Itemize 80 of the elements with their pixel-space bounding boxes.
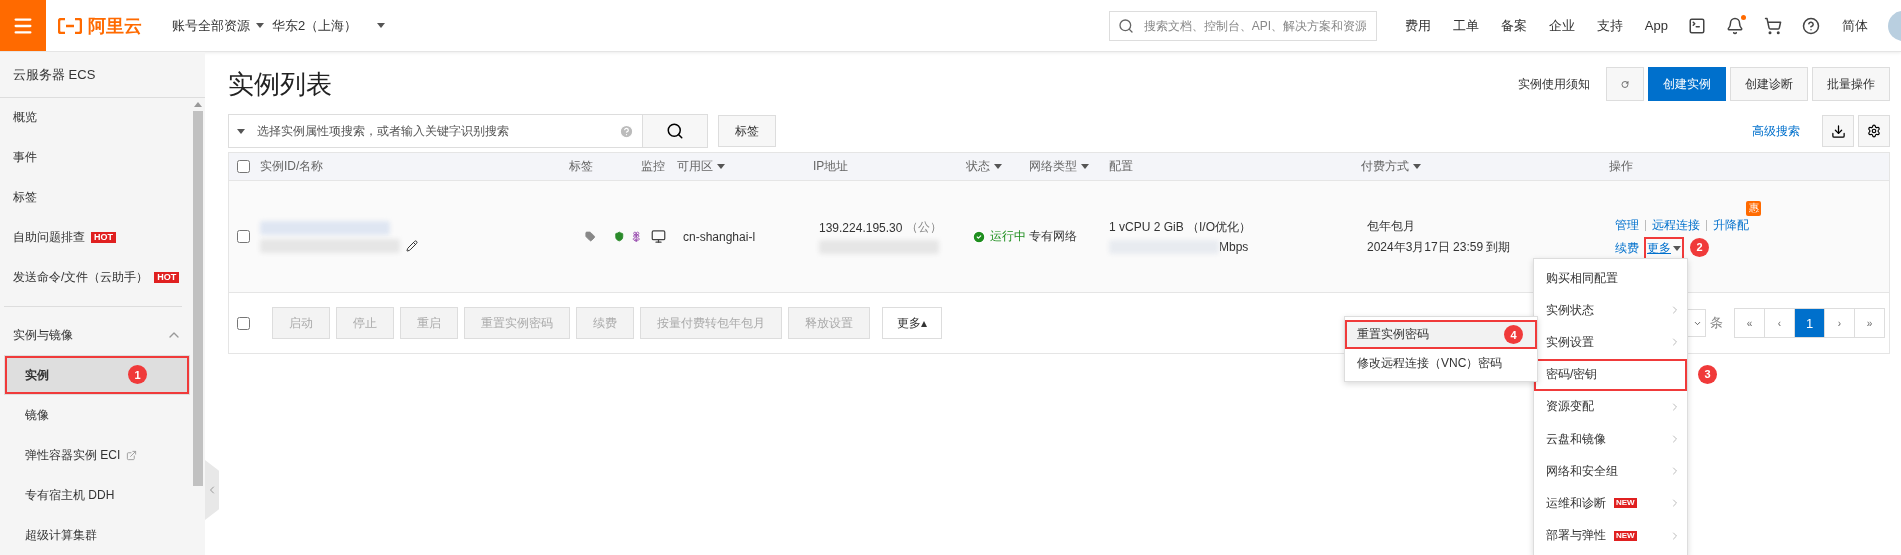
menu-item[interactable]: 云盘和镜像 bbox=[1534, 422, 1687, 456]
column-header: IP地址 bbox=[813, 158, 850, 175]
column-header[interactable]: 付费方式 bbox=[1361, 158, 1609, 175]
nav-link[interactable]: 工单 bbox=[1452, 16, 1479, 35]
expiry-text: 2024年3月17日 23:59 到期 bbox=[1367, 238, 1512, 256]
nav-link[interactable]: App bbox=[1644, 18, 1668, 33]
page-button[interactable]: 1 bbox=[1794, 308, 1825, 338]
language-link[interactable]: 简体 bbox=[1842, 16, 1868, 35]
menu-item[interactable]: 重置实例密码 4 bbox=[1345, 320, 1537, 349]
column-header[interactable]: 网络类型 bbox=[1029, 158, 1109, 175]
column-header: 操作 bbox=[1609, 158, 1634, 175]
menu-item[interactable]: 实例设置 bbox=[1534, 326, 1687, 359]
logo-text: 阿里云 bbox=[88, 14, 142, 38]
column-header: 实例ID/名称 bbox=[259, 158, 325, 175]
hot-tag: HOT bbox=[154, 272, 180, 284]
menu-item[interactable]: 部署与弹性 NEW bbox=[1534, 519, 1687, 552]
hot-tag: HOT bbox=[91, 232, 116, 244]
region-selector[interactable]: 华东2（上海） bbox=[272, 16, 386, 35]
page-button[interactable]: › bbox=[1824, 308, 1855, 338]
sidebar-item[interactable]: 弹性容器实例 ECI bbox=[4, 435, 190, 476]
column-header: 标签 bbox=[569, 158, 594, 175]
sidebar-item[interactable]: 实例 1 bbox=[4, 355, 190, 396]
sidebar-item[interactable]: 概览 bbox=[4, 98, 190, 138]
column-header: 配置 bbox=[1109, 158, 1134, 175]
account-selector[interactable]: 账号全部资源 bbox=[172, 16, 264, 35]
sidebar-item[interactable]: 标签 bbox=[4, 177, 190, 218]
menu-item[interactable]: 资源变配 bbox=[1534, 390, 1687, 423]
sidebar-item[interactable]: 发送命令/文件（云助手） HOT bbox=[4, 257, 190, 298]
sidebar-title: 云服务器 ECS bbox=[0, 52, 205, 98]
action-link[interactable]: 更多 bbox=[1647, 239, 1681, 257]
new-tag: NEW bbox=[1614, 530, 1637, 541]
action-button[interactable]: 批量操作 bbox=[1812, 67, 1890, 101]
bandwidth-text: Mbps bbox=[1219, 240, 1249, 254]
ip-text: 139.224.195.30 （公） bbox=[819, 219, 944, 236]
menu-item[interactable]: 修改远程连接（VNC）密码 bbox=[1345, 349, 1537, 378]
page-button[interactable]: » bbox=[1854, 308, 1885, 338]
nav-link[interactable]: 支持 bbox=[1596, 16, 1623, 35]
sidebar-item[interactable]: 自助问题排查 HOT bbox=[4, 217, 190, 258]
page-size-unit: 条 bbox=[1710, 314, 1723, 332]
step-badge: 3 bbox=[1698, 364, 1717, 384]
step-badge: 4 bbox=[1504, 325, 1523, 344]
action-link[interactable]: 管理 bbox=[1615, 216, 1639, 234]
network-text: 专有网络 bbox=[1029, 228, 1078, 245]
notice-link[interactable]: 实例使用须知 bbox=[1518, 75, 1590, 93]
page-title: 实例列表 bbox=[228, 67, 332, 101]
discount-tag: 惠 bbox=[1746, 200, 1761, 216]
nav-link[interactable]: 企业 bbox=[1548, 16, 1575, 35]
sidebar-item[interactable]: 超级计算集群 bbox=[4, 515, 190, 555]
sidebar-item[interactable]: 专有宿主机 DDH bbox=[4, 475, 190, 516]
action-button[interactable]: 创建诊断 bbox=[1730, 67, 1808, 101]
column-header: 监控 bbox=[641, 158, 666, 175]
sidebar-item[interactable]: 镜像 bbox=[4, 395, 190, 436]
sidebar-item[interactable]: 事件 bbox=[4, 137, 190, 178]
config-text: 1 vCPU 2 GiB （I/O优化） bbox=[1109, 219, 1253, 236]
action-link[interactable]: 远程连接 bbox=[1652, 216, 1700, 234]
column-header[interactable]: 状态 bbox=[966, 158, 1029, 175]
status-text: 运行中 bbox=[966, 228, 1029, 245]
column-header[interactable]: 可用区 bbox=[677, 158, 813, 175]
action-link[interactable]: 升降配 bbox=[1713, 216, 1749, 234]
page-button[interactable]: « bbox=[1734, 308, 1765, 338]
menu-item[interactable]: 实例状态 bbox=[1534, 294, 1687, 327]
nav-link[interactable]: 费用 bbox=[1404, 16, 1431, 35]
billing-text: 包年包月 bbox=[1367, 217, 1416, 235]
new-tag: NEW bbox=[1614, 498, 1637, 509]
step-badge: 2 bbox=[1690, 237, 1709, 257]
zone-text: cn-shanghai-l bbox=[682, 229, 757, 244]
advanced-search-link[interactable]: 高级搜索 bbox=[1752, 122, 1800, 140]
menu-item[interactable]: 密码/密钥 bbox=[1534, 358, 1687, 391]
page-button[interactable]: ‹ bbox=[1764, 308, 1795, 338]
menu-item[interactable]: 购买相同配置 bbox=[1534, 262, 1687, 295]
action-button[interactable]: 创建实例 bbox=[1648, 67, 1726, 101]
search-field[interactable]: 选择实例属性项搜索，或者输入关键字识别搜索 bbox=[228, 114, 643, 148]
step-badge: 1 bbox=[128, 365, 147, 385]
menu-item[interactable]: 运维和诊断 NEW bbox=[1534, 487, 1687, 520]
batch-button[interactable]: 更多▴ bbox=[882, 307, 943, 339]
action-link[interactable]: 续费 bbox=[1615, 239, 1639, 257]
tag-button[interactable]: 标签 bbox=[718, 115, 776, 147]
menu-item[interactable]: 网络和安全组 bbox=[1534, 455, 1687, 488]
sidebar-group[interactable]: 实例与镜像 bbox=[4, 315, 190, 356]
nav-link[interactable]: 备案 bbox=[1500, 16, 1527, 35]
